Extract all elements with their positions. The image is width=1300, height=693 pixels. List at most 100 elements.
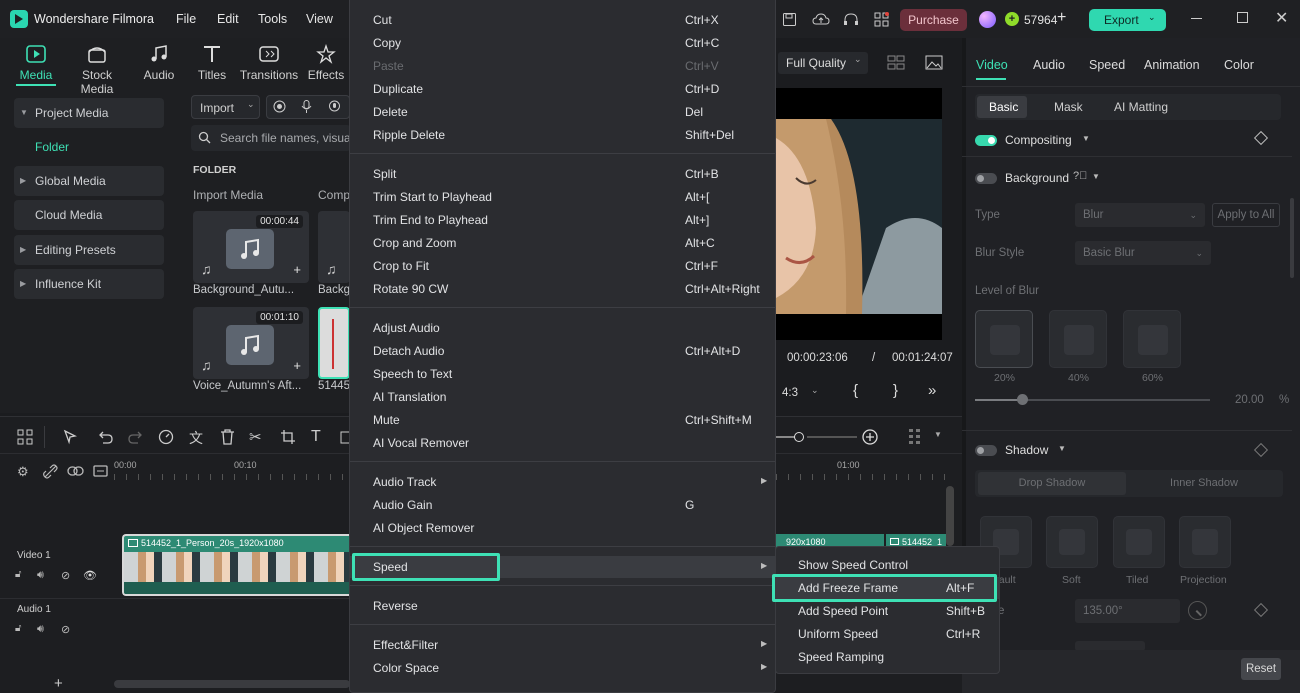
sidebar-item-project-media[interactable]: ▼ Project Media [14, 98, 164, 128]
menu-item-mute[interactable]: Mute Ctrl+Shift+M [350, 409, 775, 431]
microphone-icon[interactable] [301, 100, 312, 114]
video-clip[interactable]: 514452_1_Person_20s_1920x1080 [122, 534, 350, 596]
menu-item-delete[interactable]: Delete Del [350, 101, 775, 123]
chevron-down-icon[interactable]: ▼ [1058, 444, 1066, 453]
help-icon[interactable]: ?⃝ [1073, 170, 1087, 182]
compositing-toggle[interactable] [975, 135, 997, 146]
eye-icon[interactable]: 👁︎ [83, 569, 97, 582]
subtab-basic[interactable]: Basic [989, 100, 1018, 114]
blur-level-slider[interactable] [975, 394, 1210, 405]
mute-icon[interactable]: ⊘ [61, 569, 70, 582]
add-credits-icon[interactable]: + [1057, 9, 1066, 27]
lock-icon[interactable]: 🔓︎ [15, 623, 21, 634]
quality-dropdown[interactable]: Full Quality ⌄ [778, 52, 868, 74]
delete-icon[interactable] [220, 429, 235, 445]
text-tool-icon[interactable]: T [311, 428, 321, 446]
keyframe-icon[interactable] [1253, 130, 1269, 146]
shadow-preset-soft[interactable] [1046, 516, 1098, 568]
angle-input[interactable]: 135.00° [1075, 599, 1180, 623]
menu-item-ai-vocal-remover[interactable]: AI Vocal Remover [350, 432, 775, 454]
snapshot-icon[interactable] [925, 55, 943, 70]
tab-inner-shadow[interactable]: Inner Shadow [1128, 472, 1280, 495]
tab-video[interactable]: Video [976, 58, 1008, 72]
close-icon[interactable]: ✕ [1275, 8, 1288, 28]
chevron-down-icon[interactable]: ▼ [1092, 172, 1100, 181]
subtab-mask[interactable]: Mask [1054, 100, 1083, 114]
tab-titles[interactable]: Titles [184, 44, 240, 82]
cloud-upload-icon[interactable] [812, 12, 830, 27]
import-dropdown[interactable]: Import ⌄ [191, 95, 260, 119]
reset-button[interactable]: Reset [1241, 658, 1281, 680]
submenu-item-speed-ramping[interactable]: Speed Ramping [776, 646, 999, 668]
media-thumb-voice-autumn[interactable]: 00:01:10 ♫ + [193, 307, 309, 379]
aspect-ratio-dropdown[interactable]: 4:3 ⌄ [778, 382, 830, 404]
add-track-icon[interactable]: + [54, 675, 63, 692]
tab-stock-media[interactable]: Stock Media [64, 44, 130, 96]
blur-level-handle[interactable] [1017, 394, 1028, 405]
zoom-slider-handle[interactable] [794, 432, 804, 442]
sidebar-item-folder[interactable]: Folder [35, 140, 69, 154]
menu-item-detach-audio[interactable]: Detach Audio Ctrl+Alt+D [350, 340, 775, 362]
menu-item-crop-and-zoom[interactable]: Crop and Zoom Alt+C [350, 232, 775, 254]
menu-item-speed[interactable]: Speed ▶ [350, 553, 775, 581]
shadow-toggle[interactable] [975, 445, 997, 456]
record-icon[interactable] [273, 100, 286, 113]
add-icon[interactable]: + [293, 358, 301, 373]
menu-item-speech-to-text[interactable]: Speech to Text [350, 363, 775, 385]
subtab-ai-matting[interactable]: AI Matting [1114, 100, 1168, 114]
apply-to-all-button[interactable]: Apply to All [1212, 203, 1280, 227]
menu-item-reverse[interactable]: Reverse [350, 595, 775, 617]
menu-item-ripple-delete[interactable]: Ripple Delete Shift+Del [350, 124, 775, 146]
menu-item-trim-start-to-playhead[interactable]: Trim Start to Playhead Alt+[ [350, 186, 775, 208]
menu-item-color-space[interactable]: Color Space ▶ [350, 657, 775, 679]
menu-view[interactable]: View [306, 12, 333, 26]
select-tool-icon[interactable] [63, 429, 79, 445]
crop-icon[interactable] [280, 429, 296, 445]
submenu-item-uniform-speed[interactable]: Uniform Speed Ctrl+R [776, 623, 999, 645]
layout-icon[interactable] [17, 429, 33, 445]
sidebar-item-global-media[interactable]: ▶ Global Media [14, 166, 164, 196]
zoom-in-icon[interactable] [862, 429, 878, 445]
media-thumb-background-2[interactable]: ♫ [318, 211, 350, 283]
menu-tools[interactable]: Tools [258, 12, 287, 26]
speaker-icon[interactable]: 🔊︎ [37, 623, 44, 636]
menu-item-rotate-90-cw[interactable]: Rotate 90 CW Ctrl+Alt+Right [350, 278, 775, 300]
speaker-icon[interactable]: 🔊︎ [37, 569, 44, 582]
tab-audio-props[interactable]: Audio [1033, 58, 1065, 72]
media-thumb-background-autumn[interactable]: 00:00:44 ♫ + [193, 211, 309, 283]
lock-icon[interactable]: 🔓︎ [15, 569, 21, 580]
mute-icon[interactable]: ⊘ [61, 623, 70, 636]
submenu-item-add-freeze-frame[interactable]: Add Freeze Frame Alt+F [772, 574, 999, 602]
menu-item-audio-gain[interactable]: Audio Gain G [350, 494, 775, 516]
voiceover-icon[interactable] [328, 100, 341, 114]
shadow-preset-tiled[interactable] [1113, 516, 1165, 568]
blur-preset-40[interactable] [1049, 310, 1107, 368]
apps-grid-icon[interactable] [874, 12, 889, 27]
tab-media[interactable]: Media [8, 44, 64, 82]
background-toggle[interactable] [975, 173, 997, 184]
tab-transitions[interactable]: Transitions [238, 44, 300, 82]
blur-preset-60[interactable] [1123, 310, 1181, 368]
keyframe-icon[interactable] [1253, 602, 1269, 618]
menu-file[interactable]: File [176, 12, 196, 26]
timeline-hscrollbar[interactable] [114, 680, 350, 688]
tab-speed[interactable]: Speed [1089, 58, 1125, 72]
sidebar-item-influence-kit[interactable]: ▶ Influence Kit [14, 269, 164, 299]
sidebar-item-cloud-media[interactable]: Cloud Media [14, 200, 164, 230]
tab-animation[interactable]: Animation [1144, 58, 1200, 72]
add-icon[interactable]: + [293, 262, 301, 277]
mark-in-icon[interactable]: { [853, 382, 858, 399]
undo-icon[interactable] [97, 429, 113, 445]
link-icon[interactable] [67, 464, 84, 478]
menu-item-cut[interactable]: Cut Ctrl+X [350, 9, 775, 31]
tab-drop-shadow[interactable]: Drop Shadow [978, 472, 1126, 495]
more-controls-icon[interactable]: » [928, 382, 936, 399]
tab-color[interactable]: Color [1224, 58, 1254, 72]
submenu-item-add-speed-point[interactable]: Add Speed Point Shift+B [776, 600, 999, 622]
menu-item-effect-filter[interactable]: Effect&Filter ▶ [350, 634, 775, 656]
properties-scrollbar[interactable] [1290, 198, 1294, 278]
settings-icon[interactable]: ⚙ [17, 464, 29, 480]
unlink-icon[interactable] [43, 464, 58, 479]
menu-item-audio-track[interactable]: Audio Track ▶ [350, 471, 775, 493]
minimize-icon[interactable] [1191, 18, 1202, 19]
